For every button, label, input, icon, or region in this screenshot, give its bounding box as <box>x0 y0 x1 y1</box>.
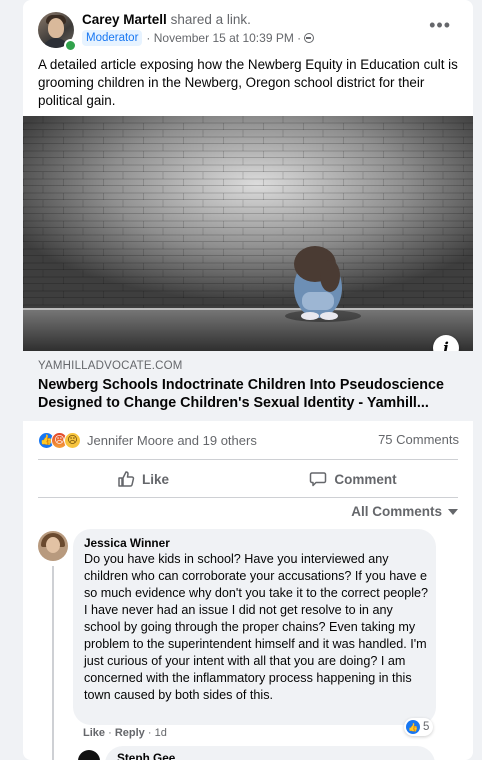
comment-icon <box>310 472 327 487</box>
post-timestamp[interactable]: · November 15 at 10:39 PM · <box>146 31 301 45</box>
divider <box>38 459 458 460</box>
thread-line <box>52 566 54 760</box>
online-status-icon <box>64 39 77 52</box>
link-preview-image[interactable] <box>23 116 473 351</box>
shared-text: shared a link. <box>170 12 251 27</box>
comment-reaction-number: 5 <box>423 721 430 733</box>
action-bar: Like Comment <box>38 462 458 496</box>
reaction-icons: 👍 ☹ ☹ <box>38 431 81 449</box>
thumbs-up-icon <box>118 471 135 487</box>
post-card: Carey Martell shared a link. Moderator ·… <box>23 0 473 760</box>
comment-reaction-count[interactable]: 👍 5 <box>404 718 434 736</box>
reply-author-name[interactable]: Steph Gee <box>117 751 175 760</box>
like-icon: 👍 <box>406 720 420 734</box>
post-body: A detailed article exposing how the Newb… <box>38 57 458 108</box>
globe-icon <box>304 33 315 43</box>
author-line: Carey Martell shared a link. <box>82 12 251 27</box>
comments-count[interactable]: 75 Comments <box>378 432 459 447</box>
post-header: Carey Martell shared a link. Moderator ·… <box>38 12 461 52</box>
more-options-icon[interactable]: ••• <box>429 16 451 34</box>
comment-bubble: Jessica Winner Do you have kids in schoo… <box>73 529 436 725</box>
link-domain: YAMHILLADVOCATE.COM <box>38 360 183 372</box>
comment-like-link[interactable]: Like <box>83 727 105 739</box>
reactions-summary[interactable]: 👍 ☹ ☹ Jennifer Moore and 19 others <box>38 430 257 450</box>
divider <box>38 497 458 498</box>
reply-avatar[interactable] <box>78 750 100 760</box>
like-label: Like <box>141 471 169 487</box>
comment-text: Do you have kids in school? Have you int… <box>84 552 429 702</box>
all-comments-label: All Comments <box>351 504 442 519</box>
commenter-avatar[interactable] <box>38 531 68 561</box>
comment-reply-link[interactable]: Reply <box>115 727 145 739</box>
comment-button[interactable]: Comment <box>248 462 458 496</box>
post-meta: Moderator · November 15 at 10:39 PM · <box>82 30 315 46</box>
separator: · <box>108 727 112 739</box>
caret-down-icon <box>448 508 458 515</box>
reply-bubble: Steph Gee <box>105 746 435 760</box>
author-name[interactable]: Carey Martell <box>82 12 167 27</box>
link-preview-box[interactable]: YAMHILLADVOCATE.COM Newberg Schools Indo… <box>23 351 473 421</box>
all-comments-dropdown[interactable]: All Comments <box>351 504 458 519</box>
moderator-badge: Moderator <box>82 30 143 46</box>
reactions-text: Jennifer Moore and 19 others <box>87 432 257 448</box>
link-title[interactable]: Newberg Schools Indoctrinate Children In… <box>38 376 463 412</box>
comment-age[interactable]: 1d <box>155 727 167 739</box>
comment-actions: Like · Reply · 1d <box>83 727 167 739</box>
commenter-name[interactable]: Jessica Winner <box>84 536 170 550</box>
comment-label: Comment <box>334 471 397 487</box>
like-button[interactable]: Like <box>38 462 248 496</box>
separator: · <box>147 727 152 739</box>
sad-icon: ☹ <box>64 431 81 449</box>
